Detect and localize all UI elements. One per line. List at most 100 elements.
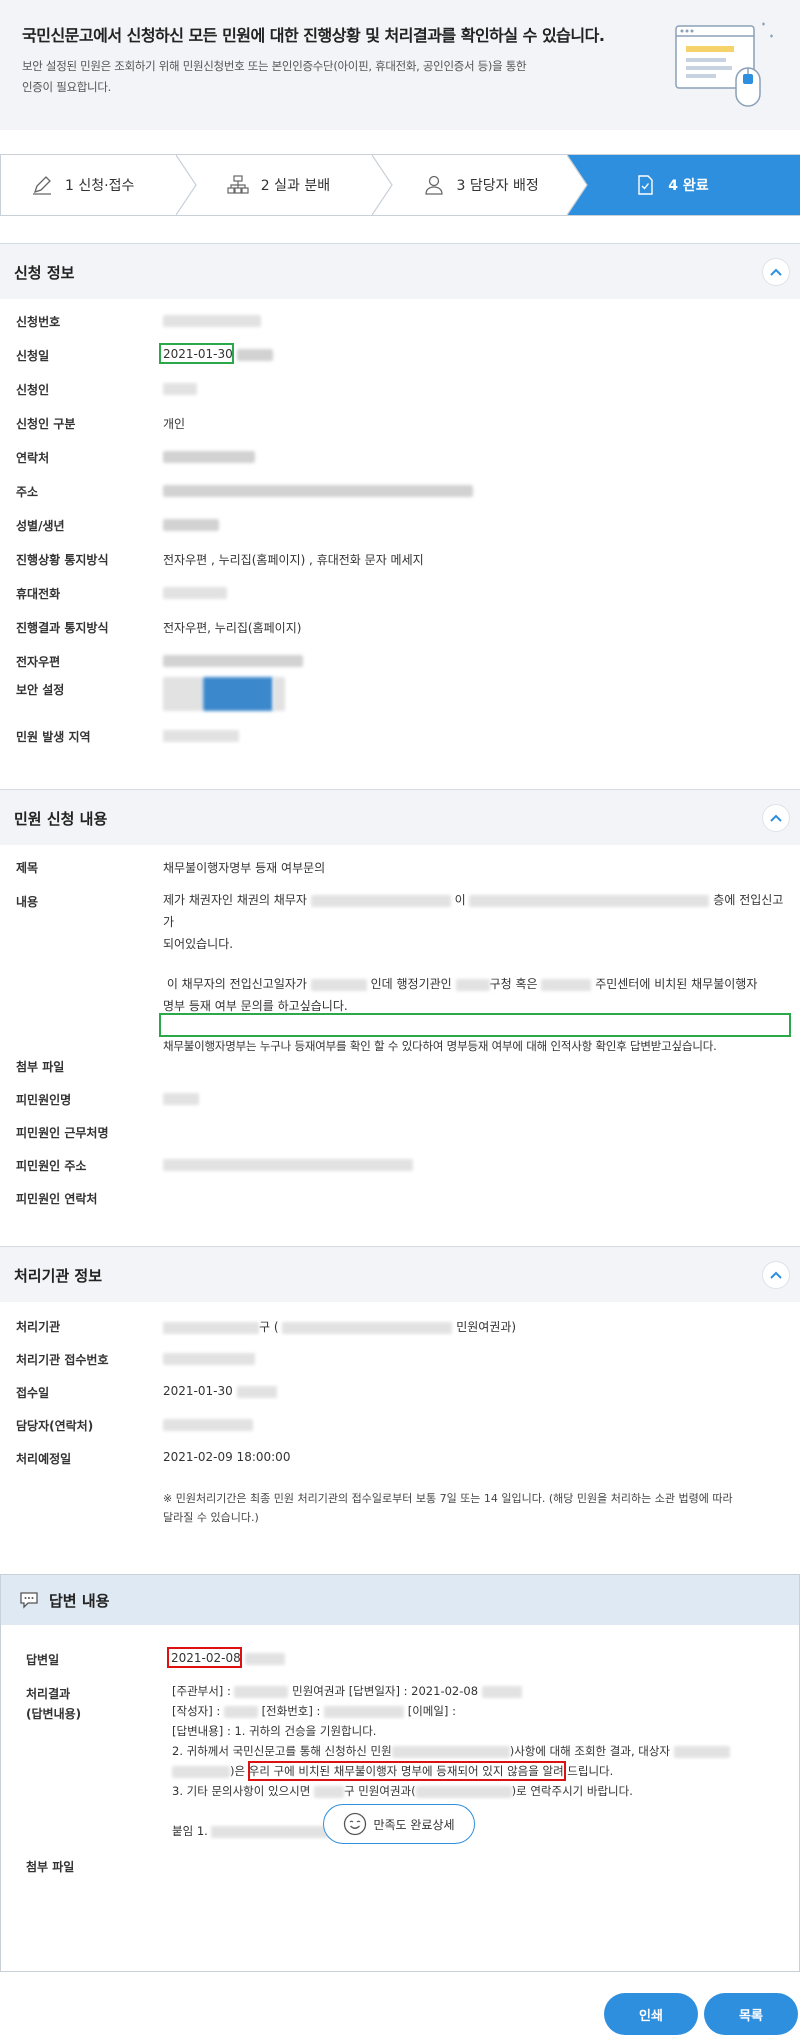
step-2-distribution: 2 실과 분배 bbox=[196, 155, 393, 215]
receipt-date-value: 2021-01-30 bbox=[163, 1384, 277, 1398]
label-application-number: 신청번호 bbox=[16, 315, 61, 329]
list-button-label: 목록 bbox=[739, 2008, 763, 2024]
answer-text-part: 민원여권과 [답변일자] : 2021-02-08 bbox=[292, 1684, 479, 1698]
answer-text-part: 2. 귀하께서 국민신문고를 통해 신청하신 민원 bbox=[172, 1744, 392, 1758]
step-1-label: 1 신청·접수 bbox=[65, 178, 135, 194]
document-check-icon bbox=[634, 174, 656, 196]
label-target-contact: 피민원인 연락처 bbox=[16, 1192, 98, 1206]
label-target-address: 피민원인 주소 bbox=[16, 1159, 87, 1173]
collapse-toggle-button[interactable] bbox=[762, 1261, 790, 1289]
satisfaction-button-label: 만족도 완료상세 bbox=[373, 1817, 455, 1832]
answer-text-part: )사항에 대해 조회한 결과, 대상자 bbox=[509, 1744, 671, 1758]
redacted-value bbox=[163, 313, 261, 327]
label-applicant-type: 신청인 구분 bbox=[16, 417, 76, 431]
label-answer-result: 처리결과 (답변내용) bbox=[26, 1684, 81, 1724]
redacted-value bbox=[163, 517, 219, 531]
label-due-date: 처리예정일 bbox=[16, 1452, 72, 1466]
top-notice: 국민신문고에서 신청하신 모든 민원에 대한 진행상황 및 처리결과를 확인하실… bbox=[0, 0, 800, 130]
green-highlight-box bbox=[159, 1013, 791, 1037]
applicant-type-value: 개인 bbox=[163, 417, 186, 431]
step-3-label: 3 담당자 배정 bbox=[456, 178, 539, 194]
content-line-5: 채무불이행자명부는 누구나 등재여부를 확인 할 수 있다하여 명부등재 여부에… bbox=[163, 1039, 717, 1053]
application-section-header[interactable]: 신청 정보 bbox=[0, 243, 800, 299]
agency-section-header[interactable]: 처리기관 정보 bbox=[0, 1246, 800, 1302]
subject-value: 채무불이행자명부 등재 여부문의 bbox=[163, 861, 326, 875]
answer-text-part: )로 연락주시기 바랍니다. bbox=[511, 1784, 633, 1798]
answer-text-part: [주관부서] : bbox=[172, 1684, 231, 1698]
application-section-title: 신청 정보 bbox=[14, 264, 75, 282]
answer-text-part: )은 bbox=[230, 1764, 246, 1778]
content-text-part: 이 채무자의 전입신고일자가 bbox=[166, 977, 307, 991]
label-mobile: 휴대전화 bbox=[16, 587, 61, 601]
redacted-value bbox=[163, 728, 239, 742]
complaint-section-header[interactable]: 민원 신청 내용 bbox=[0, 789, 800, 845]
redacted-value bbox=[163, 1157, 413, 1171]
step-1-application: 1 신청·접수 bbox=[1, 155, 197, 215]
label-receipt-date: 접수일 bbox=[16, 1386, 50, 1400]
label-notify-method: 진행상황 통지방식 bbox=[16, 553, 109, 567]
answer-text-part: [이메일] : bbox=[407, 1704, 456, 1718]
label-address: 주소 bbox=[16, 485, 39, 499]
answer-section-title: 답변 내용 bbox=[49, 1592, 110, 1610]
result-notify-value: 전자우편, 누리집(홈페이지) bbox=[163, 621, 302, 635]
smiley-face-icon bbox=[344, 1812, 367, 1836]
notice-description: 보안 설정된 민원은 조회하기 위해 민원신청번호 또는 본인인증수단(아이핀,… bbox=[22, 56, 622, 98]
answer-spacer bbox=[172, 1801, 797, 1821]
label-answer-attachment: 첨부 파일 bbox=[26, 1860, 75, 1874]
agency-value: 구 ( 민원여권과) bbox=[163, 1318, 516, 1335]
redacted-value bbox=[163, 653, 303, 667]
label-target-name: 피민원인명 bbox=[16, 1093, 72, 1107]
content-line-2: 되어있습니다. bbox=[163, 937, 234, 951]
print-button-label: 인쇄 bbox=[639, 2008, 663, 2024]
step-2-label: 2 실과 분배 bbox=[260, 178, 331, 194]
org-chart-icon bbox=[227, 174, 249, 196]
content-line-3: 이 채무자의 전입신고일자가 인데 행정기관인 구청 혹은 주민센터에 비치된 … bbox=[163, 973, 788, 995]
green-highlight-box bbox=[159, 343, 234, 364]
content-text-part: 인데 행정기관인 bbox=[370, 977, 452, 991]
satisfaction-detail-button[interactable]: 만족도 완료상세 bbox=[323, 1804, 475, 1844]
redacted-value bbox=[163, 585, 227, 599]
pencil-icon bbox=[31, 174, 53, 196]
notice-desc-line1: 보안 설정된 민원은 조회하기 위해 민원신청번호 또는 본인인증수단(아이핀,… bbox=[22, 59, 527, 73]
redacted-value bbox=[163, 1351, 255, 1365]
label-application-date: 신청일 bbox=[16, 349, 50, 363]
receipt-date-text: 2021-01-30 bbox=[163, 1384, 233, 1398]
answer-line-3: [답변내용] : 1. 귀하의 건승을 기원합니다. bbox=[172, 1724, 377, 1738]
redacted-value bbox=[163, 449, 255, 463]
label-result-notify: 진행결과 통지방식 bbox=[16, 621, 109, 635]
label-answer-result-line1: 처리결과 bbox=[26, 1687, 71, 1701]
print-button[interactable]: 인쇄 bbox=[604, 1993, 698, 2035]
answer-line-1: [주관부서] : 민원여권과 [답변일자] : 2021-02-08 bbox=[172, 1681, 797, 1701]
step-arrow-icon bbox=[175, 155, 197, 215]
answer-line-7: 붙임 1. bbox=[172, 1821, 797, 1841]
computer-mouse-illustration-icon bbox=[675, 22, 773, 107]
answer-text-part: 구 민원여권과( bbox=[343, 1784, 416, 1798]
label-subject: 제목 bbox=[16, 861, 39, 875]
step-arrow-icon bbox=[567, 155, 590, 215]
content-text-part: 제가 채권자인 채권의 채무자 bbox=[163, 893, 307, 907]
chevron-up-icon bbox=[770, 268, 782, 276]
content-text-part: 이 bbox=[454, 893, 466, 907]
redacted-value bbox=[163, 677, 285, 711]
label-applicant: 신청인 bbox=[16, 383, 50, 397]
label-agency: 처리기관 bbox=[16, 1320, 61, 1334]
answer-line-6: 3. 기타 문의사항이 있으시면 구 민원여권과( )로 연락주시기 바랍니다. bbox=[172, 1781, 797, 1801]
notice-title: 국민신문고에서 신청하신 모든 민원에 대한 진행상황 및 처리결과를 확인하실… bbox=[22, 26, 605, 45]
note-line-1: ※ 민원처리기간은 최종 민원 처리기관의 접수일로부터 보통 7일 또는 14… bbox=[163, 1492, 733, 1505]
answer-line-4: 2. 귀하께서 국민신문고를 통해 신청하신 민원 )사항에 대해 조회한 결과,… bbox=[172, 1741, 797, 1761]
red-highlight-box bbox=[248, 1761, 566, 1781]
list-button[interactable]: 목록 bbox=[704, 1993, 798, 2035]
answer-line-2: [작성자] : [전화번호] : [이메일] : bbox=[172, 1701, 797, 1721]
answer-text-part: 3. 기타 문의사항이 있으시면 bbox=[172, 1784, 311, 1798]
agency-section-title: 처리기관 정보 bbox=[14, 1267, 103, 1285]
step-arrow-icon bbox=[371, 155, 393, 215]
collapse-toggle-button[interactable] bbox=[762, 258, 790, 286]
collapse-toggle-button[interactable] bbox=[762, 804, 790, 832]
content-text-part: 구청 혹은 bbox=[489, 977, 538, 991]
progress-steps: 1 신청·접수 2 실과 분배 3 담당자 배정 4 완료 bbox=[0, 154, 800, 216]
label-contact: 연락처 bbox=[16, 451, 50, 465]
content-line-1: 제가 채권자인 채권의 채무자 이 층에 전입신고가 bbox=[163, 889, 788, 933]
label-receipt-no: 처리기관 접수번호 bbox=[16, 1353, 109, 1367]
step-4-label: 4 완료 bbox=[668, 178, 709, 194]
